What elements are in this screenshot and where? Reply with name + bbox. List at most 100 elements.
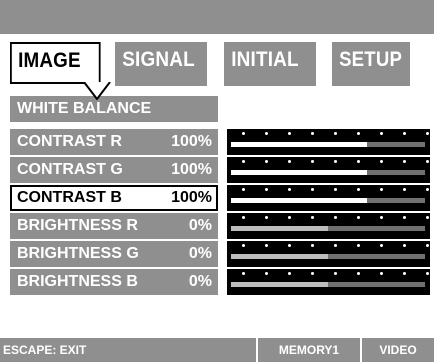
scale-dot-icon xyxy=(311,132,314,135)
scale-dot-icon xyxy=(265,216,268,219)
scale-dot-icon xyxy=(403,132,406,135)
scale-dot-icon xyxy=(242,216,245,219)
scale-dot-icon xyxy=(242,244,245,247)
brightness-b-slider[interactable] xyxy=(227,269,430,295)
setting-value: 100% xyxy=(171,189,212,206)
contrast-g-slider[interactable] xyxy=(227,157,430,183)
slider-fill xyxy=(231,282,328,287)
scale-dot-icon xyxy=(311,272,314,275)
scale-dot-icon xyxy=(265,244,268,247)
osd-screen: IMAGE SIGNAL INITIAL SETUP WHITE BALANCE… xyxy=(0,0,434,362)
slider-track xyxy=(231,170,425,175)
scale-dot-icon xyxy=(357,216,360,219)
scale-dot-icon xyxy=(227,160,430,165)
scale-dot-icon xyxy=(426,160,429,163)
scale-dot-icon xyxy=(227,272,430,277)
slider-track xyxy=(231,282,425,287)
scale-dot-icon xyxy=(227,216,430,221)
scale-dot-icon xyxy=(403,272,406,275)
scale-dot-icon xyxy=(334,188,337,191)
scale-dot-icon xyxy=(403,244,406,247)
slider-fill xyxy=(231,254,328,259)
scale-dot-icon xyxy=(357,244,360,247)
scale-dot-icon xyxy=(311,216,314,219)
scale-dot-icon xyxy=(403,188,406,191)
setting-row-brightness-g[interactable]: BRIGHTNESS G 0% xyxy=(10,241,218,267)
setting-row-contrast-b[interactable]: CONTRAST B 100% xyxy=(10,185,218,211)
contrast-b-slider[interactable] xyxy=(227,185,430,211)
scale-dot-icon xyxy=(311,188,314,191)
scale-dot-icon xyxy=(265,188,268,191)
scale-dot-icon xyxy=(380,188,383,191)
scale-dot-icon xyxy=(288,188,291,191)
scale-dot-icon xyxy=(334,244,337,247)
slider-fill xyxy=(231,226,328,231)
scale-dot-icon xyxy=(227,132,430,137)
scale-dot-icon xyxy=(334,216,337,219)
slider-track xyxy=(231,198,425,203)
scale-dot-icon xyxy=(242,132,245,135)
tab-signal[interactable]: SIGNAL xyxy=(115,42,207,86)
scale-dot-icon xyxy=(380,160,383,163)
white-balance-title: WHITE BALANCE xyxy=(10,96,218,122)
scale-dot-icon xyxy=(288,272,291,275)
scale-dot-icon xyxy=(357,188,360,191)
setting-value: 0% xyxy=(188,217,212,234)
scale-dot-icon xyxy=(288,216,291,219)
scale-dot-icon xyxy=(426,272,429,275)
scale-dot-icon xyxy=(227,244,430,249)
scale-dot-icon xyxy=(380,244,383,247)
tab-setup[interactable]: SETUP xyxy=(332,42,410,86)
scale-dot-icon xyxy=(334,132,337,135)
scale-dot-icon xyxy=(242,160,245,163)
brightness-r-slider[interactable] xyxy=(227,213,430,239)
scale-dot-icon xyxy=(242,272,245,275)
setting-row-contrast-r[interactable]: CONTRAST R 100% xyxy=(10,129,218,155)
slider-fill xyxy=(231,170,367,175)
scale-dot-icon xyxy=(426,188,429,191)
setting-value: 0% xyxy=(188,273,212,290)
scale-dot-icon xyxy=(242,188,245,191)
scale-dot-icon xyxy=(334,272,337,275)
tab-initial[interactable]: INITIAL xyxy=(224,42,316,86)
slider-track xyxy=(231,254,425,259)
setting-value: 0% xyxy=(188,245,212,262)
setting-row-brightness-r[interactable]: BRIGHTNESS R 0% xyxy=(10,213,218,239)
slider-fill xyxy=(231,142,367,147)
scale-dot-icon xyxy=(265,272,268,275)
slider-track xyxy=(231,142,425,147)
setting-row-contrast-g[interactable]: CONTRAST G 100% xyxy=(10,157,218,183)
top-header-bar xyxy=(0,0,434,34)
memory-indicator: MEMORY1 xyxy=(256,338,360,362)
scale-dot-icon xyxy=(227,188,430,193)
escape-hint: ESCAPE: EXIT xyxy=(3,343,87,357)
scale-dot-icon xyxy=(380,216,383,219)
tab-image[interactable]: IMAGE xyxy=(10,42,101,84)
setting-row-brightness-b[interactable]: BRIGHTNESS B 0% xyxy=(10,269,218,295)
scale-dot-icon xyxy=(426,216,429,219)
contrast-r-slider[interactable] xyxy=(227,129,430,155)
setting-value: 100% xyxy=(171,133,212,150)
scale-dot-icon xyxy=(426,132,429,135)
scale-dot-icon xyxy=(380,272,383,275)
scale-dot-icon xyxy=(403,160,406,163)
scale-dot-icon xyxy=(288,132,291,135)
scale-dot-icon xyxy=(311,244,314,247)
brightness-g-slider[interactable] xyxy=(227,241,430,267)
setting-label: BRIGHTNESS R xyxy=(17,217,138,234)
scale-dot-icon xyxy=(265,132,268,135)
scale-dot-icon xyxy=(334,160,337,163)
status-bar: ESCAPE: EXIT MEMORY1 VIDEO xyxy=(0,338,434,362)
scale-dot-icon xyxy=(311,160,314,163)
scale-dot-icon xyxy=(380,132,383,135)
setting-label: BRIGHTNESS B xyxy=(17,273,138,290)
setting-label: BRIGHTNESS G xyxy=(17,245,139,262)
slider-track xyxy=(231,226,425,231)
scale-dot-icon xyxy=(357,160,360,163)
slider-fill xyxy=(231,198,367,203)
scale-dot-icon xyxy=(288,244,291,247)
scale-dot-icon xyxy=(357,132,360,135)
setting-value: 100% xyxy=(171,161,212,178)
setting-label: CONTRAST G xyxy=(17,161,123,178)
scale-dot-icon xyxy=(357,272,360,275)
